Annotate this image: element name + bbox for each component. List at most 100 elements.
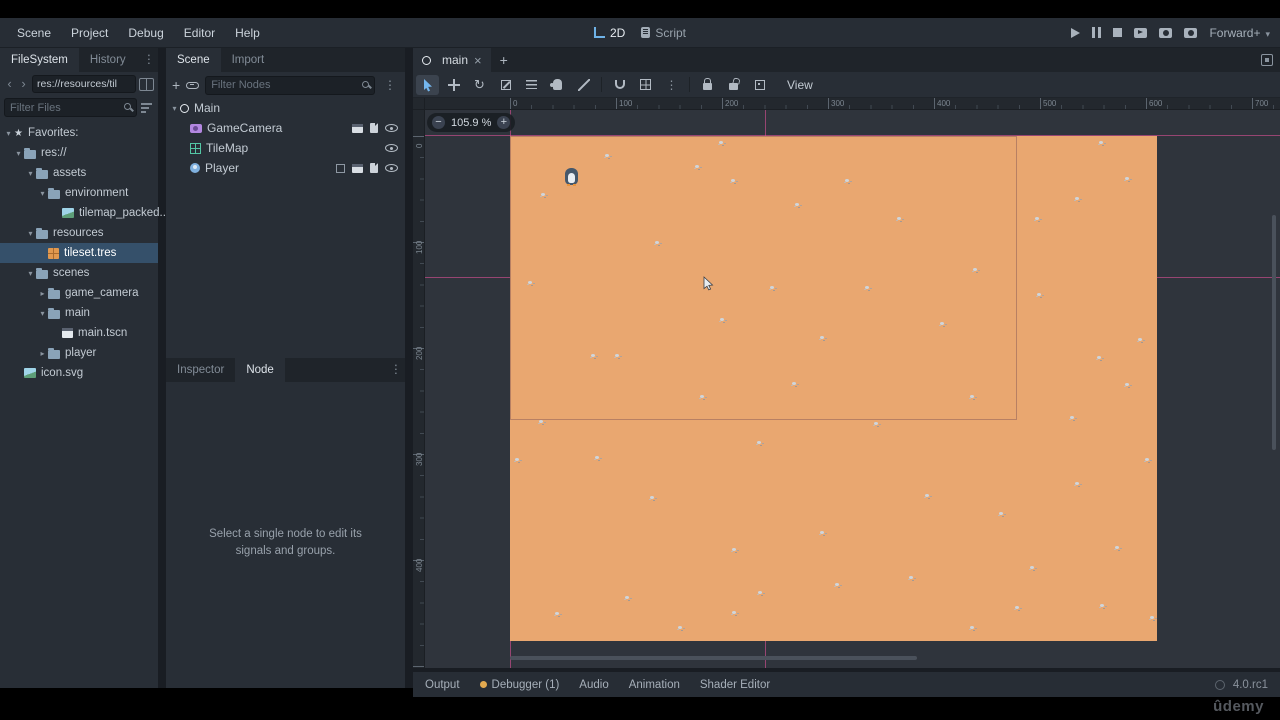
script-icon[interactable] xyxy=(370,123,378,133)
collapse-arrow-icon[interactable] xyxy=(37,289,48,298)
add-node-button[interactable] xyxy=(172,77,180,93)
mode-2d-button[interactable]: 2D xyxy=(593,26,625,40)
bottom-tab-animation[interactable]: Animation xyxy=(629,679,680,691)
player-sprite[interactable] xyxy=(565,168,578,186)
scene-menu-icon[interactable] xyxy=(381,75,399,95)
tab-inspector[interactable]: Inspector xyxy=(166,358,235,382)
lock-button[interactable] xyxy=(696,75,719,95)
scale-tool-button[interactable] xyxy=(494,75,517,95)
bottom-tab-shader-editor[interactable]: Shader Editor xyxy=(700,679,770,691)
list-select-tool-button[interactable] xyxy=(520,75,543,95)
grid-snap-button[interactable] xyxy=(634,75,657,95)
expand-arrow-icon[interactable] xyxy=(169,104,180,113)
stop-button[interactable] xyxy=(1113,28,1123,37)
scene-node-tilemap[interactable]: TileMap xyxy=(166,138,405,158)
bottom-tab-audio[interactable]: Audio xyxy=(579,679,608,691)
instance-scene-icon[interactable] xyxy=(186,81,200,89)
scene-tab-main[interactable]: main xyxy=(413,48,491,72)
scene-node-main[interactable]: Main xyxy=(166,98,405,118)
file-tree-item-res-root[interactable]: res:// xyxy=(0,143,158,163)
close-tab-icon[interactable] xyxy=(474,53,482,68)
expand-arrow-icon[interactable] xyxy=(37,309,48,318)
scene-node-gamecamera[interactable]: GameCamera xyxy=(166,118,405,138)
split-view-icon[interactable] xyxy=(139,77,154,91)
mode-script-button[interactable]: Script xyxy=(641,26,686,40)
filter-nodes-input[interactable] xyxy=(205,75,375,95)
editable-children-icon[interactable] xyxy=(336,163,345,173)
play-button[interactable] xyxy=(1071,27,1081,38)
menu-help[interactable]: Help xyxy=(226,22,269,44)
pan-tool-button[interactable] xyxy=(546,75,569,95)
file-tree-item-resources[interactable]: resources xyxy=(0,223,158,243)
menu-scene[interactable]: Scene xyxy=(8,22,60,44)
smart-snap-button[interactable] xyxy=(608,75,631,95)
new-scene-tab-button[interactable] xyxy=(491,48,517,72)
zoom-level[interactable]: 105.9 % xyxy=(451,117,491,129)
expand-arrow-icon[interactable] xyxy=(25,169,36,178)
file-tree-item-scenes[interactable]: scenes xyxy=(0,263,158,283)
file-tree-item-icon-svg[interactable]: icon.svg xyxy=(0,363,158,383)
menu-editor[interactable]: Editor xyxy=(175,22,224,44)
move-tool-button[interactable] xyxy=(442,75,465,95)
visibility-toggle-icon[interactable] xyxy=(385,164,398,172)
expand-arrow-icon[interactable] xyxy=(37,189,48,198)
file-tree-item-game-camera[interactable]: game_camera xyxy=(0,283,158,303)
scene-instance-icon[interactable] xyxy=(352,123,363,133)
script-icon[interactable] xyxy=(370,163,378,173)
vertical-scrollbar[interactable] xyxy=(1272,215,1276,450)
file-sort-icon[interactable] xyxy=(141,102,154,113)
horizontal-scrollbar[interactable] xyxy=(510,656,917,660)
rotate-tool-button[interactable] xyxy=(468,75,491,95)
ruler-tool-button[interactable] xyxy=(572,75,595,95)
movie-maker-button[interactable] xyxy=(1184,27,1198,38)
renderer-dropdown[interactable]: Forward+ xyxy=(1209,26,1270,40)
view-menu-button[interactable]: View xyxy=(778,78,822,92)
menu-debug[interactable]: Debug xyxy=(119,22,172,44)
file-tree-item-favorites[interactable]: Favorites: xyxy=(0,123,158,143)
file-tree-item-tileset-tres[interactable]: tileset.tres xyxy=(0,243,158,263)
scene-instance-icon[interactable] xyxy=(352,163,363,173)
expand-arrow-icon[interactable] xyxy=(3,129,14,138)
scene-node-player[interactable]: Player xyxy=(166,158,405,178)
expand-arrow-icon[interactable] xyxy=(25,229,36,238)
bottom-panel-bar: Output Debugger (1) Audio Animation Shad… xyxy=(413,672,1280,697)
visibility-toggle-icon[interactable] xyxy=(385,144,398,152)
inspector-menu-icon[interactable] xyxy=(387,358,405,382)
back-button[interactable] xyxy=(4,75,15,93)
path-field[interactable] xyxy=(32,75,136,93)
file-tree-item-main-tscn[interactable]: main.tscn xyxy=(0,323,158,343)
filesystem-menu-icon[interactable] xyxy=(140,48,158,72)
play-scene-button[interactable] xyxy=(1134,27,1148,38)
file-tree-item-player-folder[interactable]: player xyxy=(0,343,158,363)
forward-button[interactable] xyxy=(18,75,29,93)
tab-node[interactable]: Node xyxy=(235,358,285,382)
filter-files-input[interactable] xyxy=(4,98,137,117)
distraction-free-mode-icon[interactable] xyxy=(1261,54,1273,66)
tab-filesystem[interactable]: FileSystem xyxy=(0,48,79,72)
expand-arrow-icon[interactable] xyxy=(13,149,24,158)
notification-icon[interactable] xyxy=(1214,679,1225,690)
menu-project[interactable]: Project xyxy=(62,22,117,44)
group-button[interactable] xyxy=(748,75,771,95)
snap-options-button[interactable] xyxy=(660,75,683,95)
collapse-arrow-icon[interactable] xyxy=(37,349,48,358)
rock-tile xyxy=(835,583,839,586)
visibility-toggle-icon[interactable] xyxy=(385,124,398,132)
tab-import[interactable]: Import xyxy=(221,48,276,72)
file-tree-item-assets[interactable]: assets xyxy=(0,163,158,183)
file-tree-item-main-folder[interactable]: main xyxy=(0,303,158,323)
play-custom-scene-button[interactable] xyxy=(1159,27,1173,38)
select-tool-button[interactable] xyxy=(416,74,439,95)
pause-button[interactable] xyxy=(1092,27,1102,38)
file-tree-item-tilemap-packed[interactable]: tilemap_packed.... xyxy=(0,203,172,223)
canvas-area[interactable]: 105.9 % xyxy=(425,110,1280,668)
zoom-out-button[interactable] xyxy=(432,116,445,129)
tab-history[interactable]: History xyxy=(79,48,137,72)
expand-arrow-icon[interactable] xyxy=(25,269,36,278)
zoom-in-button[interactable] xyxy=(497,116,511,129)
file-tree-item-environment[interactable]: environment xyxy=(0,183,158,203)
bottom-tab-output[interactable]: Output xyxy=(425,679,460,691)
unlock-button[interactable] xyxy=(722,75,745,95)
tab-scene[interactable]: Scene xyxy=(166,48,221,72)
bottom-tab-debugger[interactable]: Debugger (1) xyxy=(479,679,559,691)
